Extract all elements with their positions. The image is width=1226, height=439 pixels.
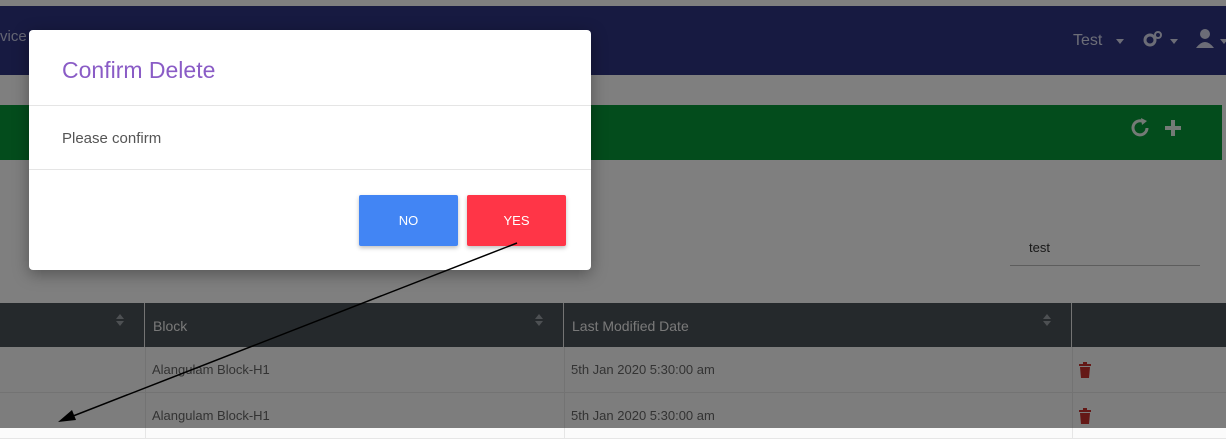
annotation-arrow	[58, 242, 518, 422]
